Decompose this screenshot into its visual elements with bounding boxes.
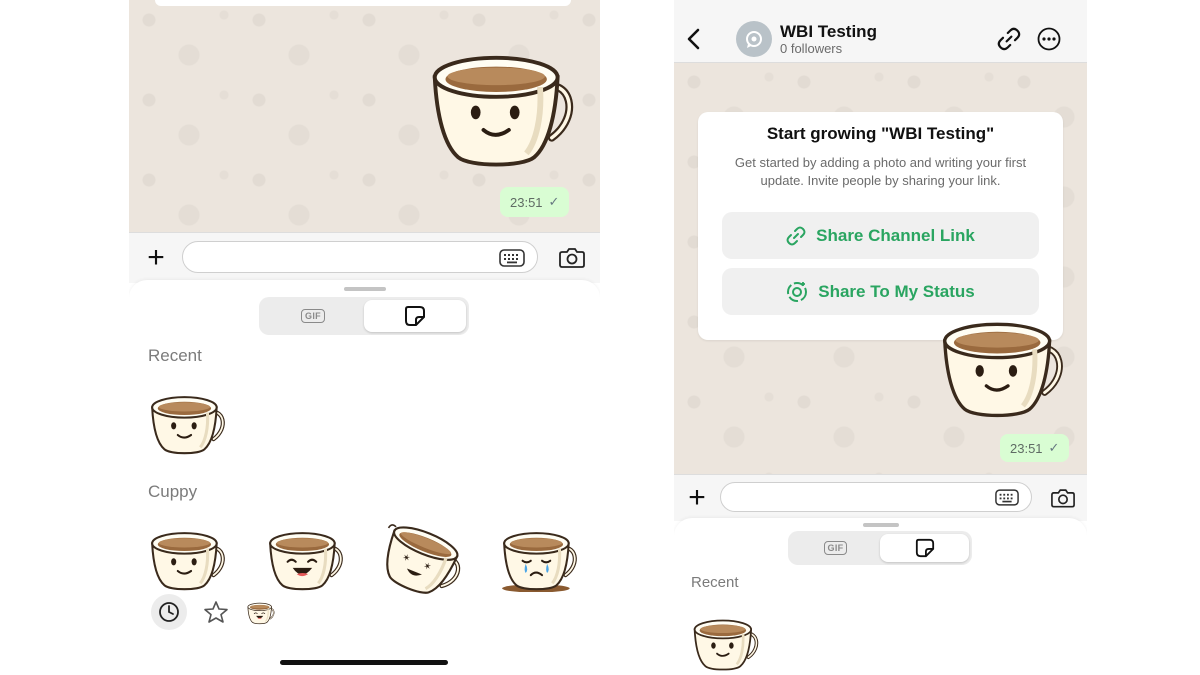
chat-background: Start growing "WBI Testing" Get started … [674,62,1087,474]
gif-icon: GIF [301,309,325,323]
sticker-icon [915,538,934,558]
picker-tabs: GIF [788,531,972,565]
message-timestamp: 23:51 ✓ [500,187,570,217]
message-text-field[interactable] [720,482,1032,512]
link-icon [786,226,806,245]
clock-icon [159,602,179,622]
card-title: Start growing "WBI Testing" [766,124,995,143]
more-icon[interactable] [1037,27,1061,51]
message-text-field[interactable] [182,241,538,273]
tab-stickers[interactable] [880,534,969,562]
cuppy-sticker-smile[interactable] [147,528,229,592]
time-text: 23:51 [510,194,543,210]
camera-icon[interactable] [559,246,585,268]
right-screen: Start growing "WBI Testing" Get started … [674,0,1087,675]
recent-sticker-1[interactable] [690,616,762,672]
panel-grabber[interactable] [862,523,899,527]
message-timestamp: 23:51 ✓ [1000,434,1070,462]
plus-icon[interactable]: + [684,483,710,513]
card-description: Get started by adding a photo and writin… [734,155,1027,188]
cuppy-pack-icon[interactable] [246,601,276,625]
camera-icon[interactable] [1051,487,1075,508]
panel-grabber[interactable] [343,287,386,291]
share-channel-link-button[interactable]: Share Channel Link [722,212,1039,259]
tab-stickers[interactable] [364,300,466,332]
channel-avatar-icon[interactable] [736,21,772,57]
recent-sticker-1[interactable] [147,392,229,456]
message-input-bar: + [674,474,1087,521]
time-text: 23:51 [1010,440,1043,456]
picker-tabs: GIF [259,297,469,335]
tab-gif[interactable]: GIF [262,300,364,332]
keyboard-icon[interactable] [499,249,525,267]
left-screen: 23:51 ✓ + GIF Recent Cuppy ✶ ✶ [129,0,600,675]
keyboard-icon[interactable] [995,489,1019,506]
channel-growth-card: Start growing "WBI Testing" Get started … [698,112,1063,340]
message-bubble-partial [155,0,571,6]
cuppy-sticker-sad[interactable] [499,528,581,592]
section-cuppy-title: Cuppy [148,482,198,501]
sent-sticker-cuppy[interactable] [936,316,1070,420]
sticker-icon [405,306,425,326]
status-icon [787,281,808,302]
plus-icon[interactable]: + [143,243,169,273]
tab-gif[interactable]: GIF [791,534,880,562]
sent-check-icon: ✓ [1048,440,1060,455]
section-recent-title: Recent [148,346,202,365]
share-to-status-button[interactable]: Share To My Status [722,268,1039,315]
chat-background: 23:51 ✓ [129,0,600,232]
channel-header: WBI Testing 0 followers [674,0,1087,63]
link-icon[interactable] [997,27,1021,51]
sticker-picker-panel: GIF Recent Cuppy ✶ ✶ [129,280,600,675]
home-indicator [280,660,448,665]
sticker-picker-panel: GIF Recent [674,518,1087,675]
back-icon[interactable] [686,28,700,50]
channel-name[interactable]: WBI Testing [780,22,877,42]
share-channel-link-label: Share Channel Link [816,225,975,245]
followers-count: 0 followers [780,41,843,56]
gif-icon: GIF [823,541,848,555]
sent-check-icon: ✓ [548,194,560,209]
sent-sticker-cuppy[interactable] [425,48,581,170]
message-input-bar: + [129,232,600,283]
cuppy-sticker-dizzy[interactable]: ✶ ✶ [381,520,467,596]
clock-button[interactable] [151,594,187,630]
cuppy-sticker-laugh[interactable] [265,528,347,592]
star-icon[interactable] [203,600,229,624]
section-recent-title: Recent [691,574,739,591]
share-to-status-label: Share To My Status [818,281,975,301]
